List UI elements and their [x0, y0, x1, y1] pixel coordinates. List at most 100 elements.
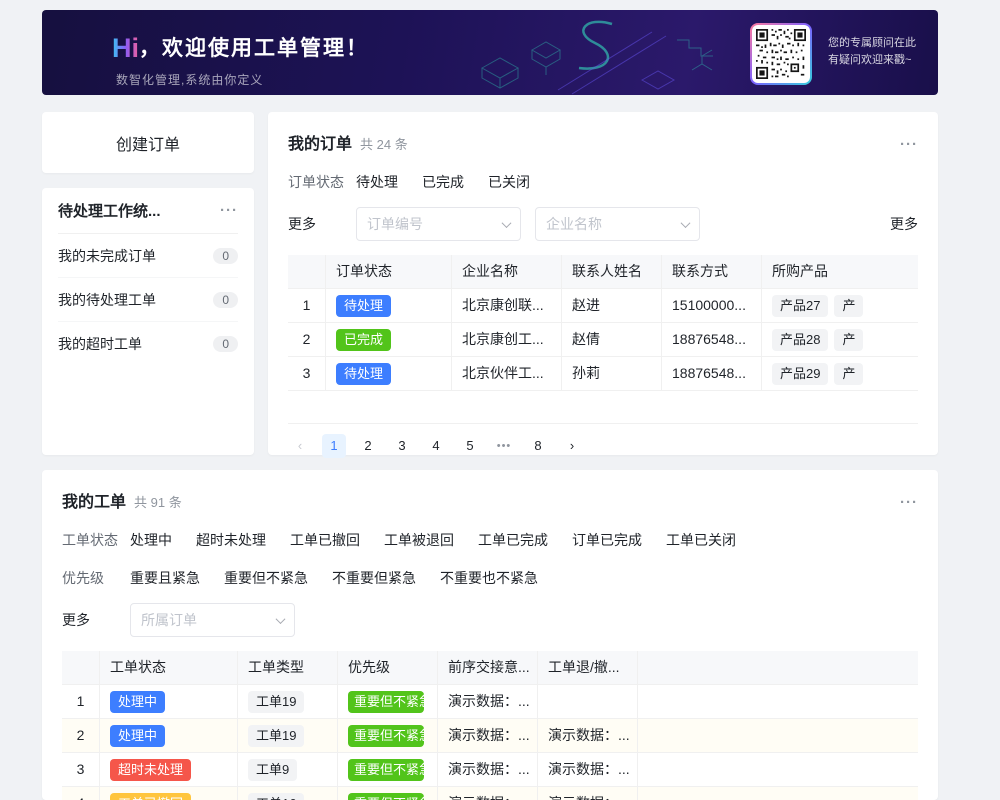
order-status-filter-row: 订单状态 待处理 已完成 已关闭: [288, 172, 918, 192]
order-table-row[interactable]: 1 待处理 北京康创联... 赵进 15100000... 产品27产: [288, 289, 918, 323]
filter-option-important-not-urgent[interactable]: 重要但不紧急: [224, 568, 308, 588]
filter-option-not-important-not-urgent[interactable]: 不重要也不紧急: [440, 568, 538, 588]
order-number-select[interactable]: 订单编号: [356, 207, 521, 241]
workorder-table-row[interactable]: 1 处理中 工单19 重要但不紧急 演示数据：...: [62, 685, 918, 719]
type-tag: 工单16: [248, 793, 304, 800]
stats-item-label: 我的超时工单: [58, 334, 142, 354]
parent-order-select[interactable]: 所属订单: [130, 603, 295, 637]
pagination-page-8[interactable]: 8: [526, 434, 550, 458]
stats-item-overtime-workorders[interactable]: 我的超时工单 0: [58, 322, 238, 366]
table-empty-space: [288, 391, 918, 424]
stats-item-unfinished-orders[interactable]: 我的未完成订单 0: [58, 234, 238, 278]
workorders-more-filter-row: 更多 所属订单: [62, 603, 918, 637]
row-index: 2: [62, 719, 100, 752]
workorder-status-filter-label: 工单状态: [62, 530, 130, 550]
stats-item-label: 我的待处理工单: [58, 290, 156, 310]
ellipsis-menu-icon[interactable]: ···: [220, 202, 238, 219]
pagination-jump-icon[interactable]: •••: [492, 434, 516, 458]
pagination-page-4[interactable]: 4: [424, 434, 448, 458]
priority-filter-label: 优先级: [62, 568, 130, 588]
pagination-page-2[interactable]: 2: [356, 434, 380, 458]
priority-filter-row: 优先级 重要且紧急 重要但不紧急 不重要但紧急 不重要也不紧急: [62, 568, 918, 588]
filter-option-pending[interactable]: 待处理: [356, 172, 398, 192]
cell-status: 待处理: [326, 357, 452, 390]
col-wo-status: 工单状态: [100, 651, 238, 684]
pagination-next-icon[interactable]: ›: [560, 434, 584, 458]
filter-option-completed[interactable]: 已完成: [422, 172, 464, 192]
filter-option-overtime[interactable]: 超时未处理: [196, 530, 266, 550]
ellipsis-menu-icon[interactable]: ···: [900, 494, 918, 511]
status-badge: 超时未处理: [110, 759, 191, 781]
pagination-page-5[interactable]: 5: [458, 434, 482, 458]
col-filler: [638, 651, 918, 684]
workorders-table-header: 工单状态 工单类型 优先级 前序交接意... 工单退/撤...: [62, 651, 918, 685]
cell-filler: [638, 685, 918, 718]
pagination-prev-icon[interactable]: ‹: [288, 434, 312, 458]
count-badge: 0: [213, 336, 238, 352]
filter-option-closed[interactable]: 已关闭: [488, 172, 530, 192]
filter-option-not-important-urgent[interactable]: 不重要但紧急: [332, 568, 416, 588]
workorder-table-row[interactable]: 4 工单已撤回 工单16 重要但不紧急 演示数据：... 演示数据：...: [62, 787, 918, 800]
banner-greeting: Hi，欢迎使用工单管理！: [112, 32, 369, 64]
workorders-count: 共 91 条: [134, 492, 182, 511]
priority-badge: 重要但不紧急: [348, 691, 424, 713]
order-table-row[interactable]: 3 待处理 北京伙伴工... 孙莉 18876548... 产品29产: [288, 357, 918, 391]
filter-option-wo-completed[interactable]: 工单已完成: [478, 530, 548, 550]
type-tag: 工单19: [248, 725, 304, 747]
row-index: 1: [288, 289, 326, 322]
qr-code: [750, 23, 812, 85]
col-order-status: 订单状态: [326, 255, 452, 288]
cell-status: 工单已撤回: [100, 787, 238, 800]
row-index: 4: [62, 787, 100, 800]
welcome-banner: Hi，欢迎使用工单管理！ 数智化管理,系统由你定义: [42, 10, 938, 95]
more-filters-label[interactable]: 更多: [62, 610, 130, 630]
filter-option-recalled[interactable]: 工单已撤回: [290, 530, 360, 550]
cell-product: 产品27产: [762, 289, 918, 322]
company-name-select[interactable]: 企业名称: [535, 207, 700, 241]
banner-welcome-text: ，欢迎使用工单管理！: [139, 37, 369, 60]
status-badge: 处理中: [110, 725, 165, 747]
filter-option-processing[interactable]: 处理中: [130, 530, 172, 550]
order-status-filter-label: 订单状态: [288, 172, 356, 192]
product-tag: 产品28: [772, 329, 828, 351]
status-badge: 待处理: [336, 363, 391, 385]
col-priority: 优先级: [338, 651, 438, 684]
filter-option-important-urgent[interactable]: 重要且紧急: [130, 568, 200, 588]
col-withdraw: 工单退/撤...: [538, 651, 638, 684]
cell-company: 北京伙伴工...: [452, 357, 562, 390]
create-order-button[interactable]: 创建订单: [42, 112, 254, 173]
cell-withdraw: 演示数据：...: [538, 719, 638, 752]
order-table-row[interactable]: 2 已完成 北京康创工... 赵倩 18876548... 产品28产: [288, 323, 918, 357]
workorders-table: 工单状态 工单类型 优先级 前序交接意... 工单退/撤... 1 处理中 工单…: [62, 651, 918, 800]
chevron-down-icon: [681, 218, 691, 228]
chevron-down-icon: [502, 218, 512, 228]
qr-caption: 您的专属顾问在此 有疑问欢迎来戳~: [828, 35, 916, 69]
row-index: 3: [62, 753, 100, 786]
banner-hi-text: Hi: [112, 33, 139, 63]
workorder-table-row[interactable]: 2 处理中 工单19 重要但不紧急 演示数据：... 演示数据：...: [62, 719, 918, 753]
filter-option-wo-closed[interactable]: 工单已关闭: [666, 530, 736, 550]
filter-option-order-completed[interactable]: 订单已完成: [572, 530, 642, 550]
my-orders-panel: 我的订单 共 24 条 ··· 订单状态 待处理 已完成 已关闭 更多 订单编号…: [268, 112, 938, 455]
product-tag: 产: [834, 295, 863, 317]
filter-option-returned[interactable]: 工单被退回: [384, 530, 454, 550]
pagination-page-1[interactable]: 1: [322, 434, 346, 458]
cell-handover: 演示数据：...: [438, 753, 538, 786]
cell-phone: 15100000...: [662, 289, 762, 322]
workorders-panel-title: 我的工单: [62, 488, 126, 512]
orders-more-filter-row: 更多 订单编号 企业名称 更多: [288, 207, 918, 241]
pagination: ‹ 1 2 3 4 5 ••• 8 ›: [288, 434, 918, 458]
cell-phone: 18876548...: [662, 357, 762, 390]
qr-caption-line1: 您的专属顾问在此: [828, 35, 916, 52]
more-filters-label[interactable]: 更多: [288, 214, 356, 234]
cell-company: 北京康创联...: [452, 289, 562, 322]
pagination-page-3[interactable]: 3: [390, 434, 414, 458]
stats-item-pending-workorders[interactable]: 我的待处理工单 0: [58, 278, 238, 322]
cell-company: 北京康创工...: [452, 323, 562, 356]
workorder-table-row[interactable]: 3 超时未处理 工单9 重要但不紧急 演示数据：... 演示数据：...: [62, 753, 918, 787]
ellipsis-menu-icon[interactable]: ···: [900, 136, 918, 153]
stats-card-title: 待处理工作统...: [58, 200, 161, 221]
more-link[interactable]: 更多: [890, 214, 918, 234]
count-badge: 0: [213, 292, 238, 308]
cell-handover: 演示数据：...: [438, 685, 538, 718]
